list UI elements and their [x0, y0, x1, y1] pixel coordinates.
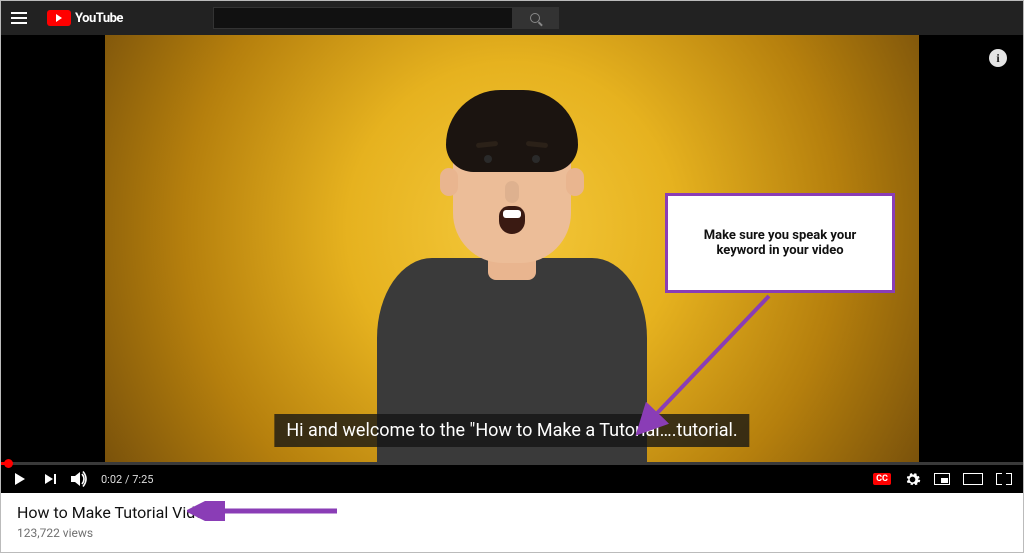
- video-player[interactable]: i Hi and welcome to the "How to Make a T…: [1, 35, 1023, 493]
- video-title: How to Make Tutorial Videos: [17, 503, 1007, 522]
- miniplayer-icon: [934, 473, 950, 485]
- cc-button[interactable]: CC: [873, 465, 891, 493]
- time-total: 7:25: [132, 473, 153, 486]
- time-current: 0:02: [101, 473, 122, 486]
- fullscreen-button[interactable]: [995, 465, 1013, 493]
- player-controls: 0:02 / 7:25 CC: [1, 465, 1023, 493]
- miniplayer-button[interactable]: [933, 465, 951, 493]
- search-icon: [530, 13, 540, 23]
- video-meta: How to Make Tutorial Videos 123,722 view…: [1, 493, 1023, 552]
- annotation-callout: Make sure you speak your keyword in your…: [665, 193, 895, 293]
- info-card-icon[interactable]: i: [989, 49, 1007, 67]
- volume-icon: [71, 471, 89, 487]
- search-form: [213, 7, 559, 29]
- settings-button[interactable]: [903, 465, 921, 493]
- play-button[interactable]: [11, 465, 29, 493]
- youtube-wordmark: YouTube: [75, 11, 123, 26]
- volume-button[interactable]: [71, 465, 89, 493]
- next-icon: [45, 474, 56, 484]
- play-icon: [15, 473, 25, 485]
- search-button[interactable]: [513, 7, 559, 29]
- youtube-logo[interactable]: YouTube: [47, 10, 123, 26]
- theater-mode-button[interactable]: [963, 465, 983, 493]
- search-input[interactable]: [213, 7, 513, 29]
- youtube-play-icon: [47, 10, 71, 26]
- gear-icon: [904, 471, 921, 488]
- annotation-callout-text: Make sure you speak your keyword in your…: [682, 228, 878, 258]
- video-views: 123,722 views: [17, 526, 1007, 540]
- app-frame: YouTube i Hi and welcome to t: [0, 0, 1024, 553]
- fullscreen-icon: [997, 474, 1011, 484]
- next-button[interactable]: [41, 465, 59, 493]
- closed-caption-text: Hi and welcome to the "How to Make a Tut…: [274, 414, 749, 447]
- time-display: 0:02 / 7:25: [101, 473, 153, 486]
- masthead: YouTube: [1, 1, 1023, 35]
- theater-icon: [963, 473, 983, 485]
- hamburger-menu-icon[interactable]: [11, 7, 33, 29]
- cc-icon: CC: [873, 473, 891, 485]
